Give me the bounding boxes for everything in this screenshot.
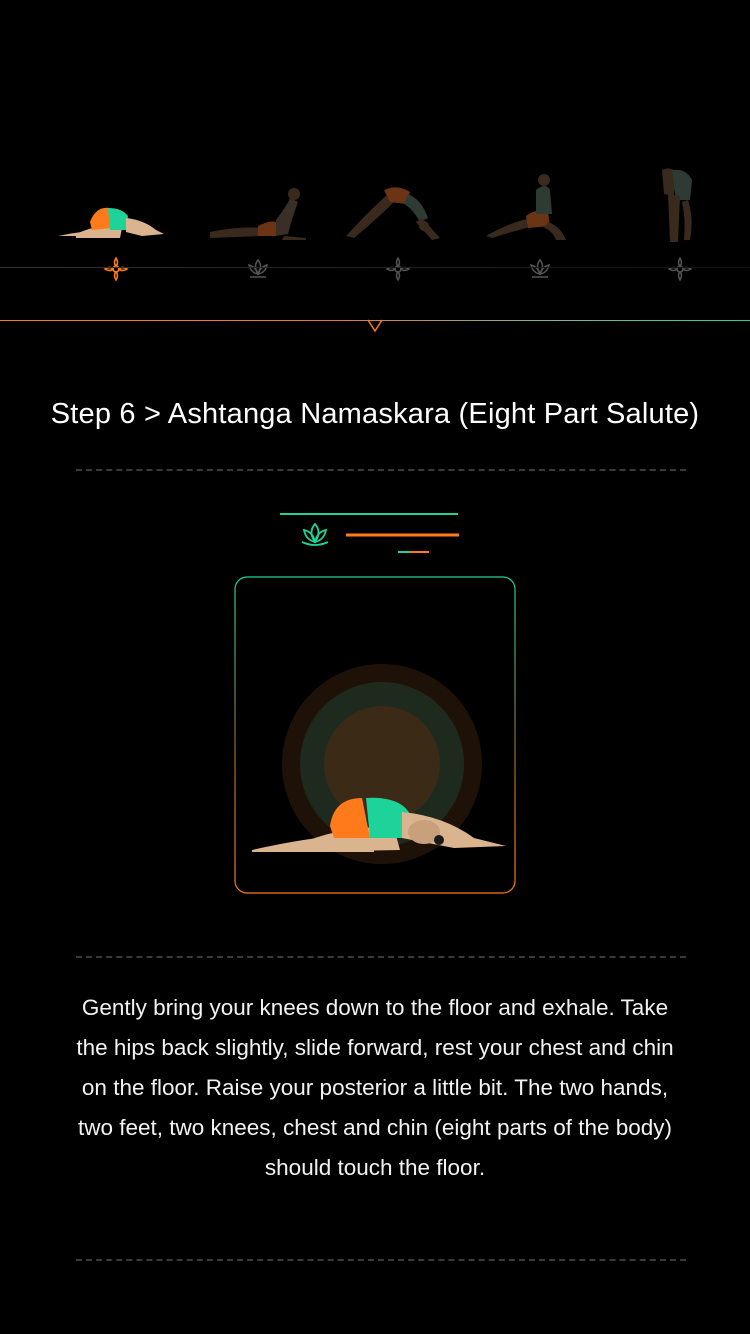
forward-fold-figure: [662, 168, 692, 242]
step-description: Gently bring your knees down to the floo…: [76, 995, 674, 1180]
lotus-icon: [301, 522, 329, 546]
progress-indicator-icon: [367, 319, 383, 333]
carousel-track-line: [0, 267, 750, 268]
lunge-pose-figure: [486, 174, 566, 240]
cobra-pose-figure: [210, 188, 306, 240]
divider: [76, 1259, 686, 1261]
downward-dog-figure: [346, 187, 440, 240]
lotus-badge: [280, 513, 459, 553]
divider: [76, 469, 686, 471]
pose-carousel[interactable]: [0, 160, 750, 290]
flower-marker-icon: [667, 256, 693, 282]
pose-illustration-card: [234, 576, 516, 894]
ashtanga-namaskara-figure: [58, 207, 164, 238]
step-title: Step 6 > Ashtanga Namaskara (Eight Part …: [50, 398, 700, 430]
lotus-marker-icon: [247, 258, 269, 278]
flower-marker-icon: [385, 256, 411, 282]
lotus-marker-icon: [529, 258, 551, 278]
flower-marker-icon: [103, 256, 129, 282]
divider: [76, 956, 686, 958]
